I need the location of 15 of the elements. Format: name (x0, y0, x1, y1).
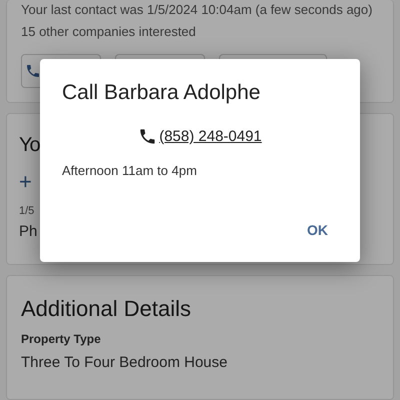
ok-button[interactable]: OK (297, 216, 338, 244)
section-title: Additional Details (21, 296, 191, 322)
section-title: Yo (19, 134, 40, 157)
interest-text: 15 other companies interested (21, 23, 196, 41)
phone-link[interactable]: (858) 248-0491 (138, 127, 262, 146)
phone-icon (25, 63, 41, 79)
note-date: 1/5 (19, 204, 34, 219)
availability-text: Afternoon 11am to 4pm (62, 163, 198, 178)
phone-icon (138, 127, 158, 146)
add-button[interactable]: + (19, 169, 32, 195)
note-text: Ph (19, 223, 38, 240)
field-label: Property Type (21, 332, 102, 346)
field-value: Three To Four Bedroom House (21, 354, 228, 371)
dialog-title: Call Barbara Adolphe (62, 81, 262, 105)
last-contact-text: Your last contact was 1/5/2024 10:04am (a few seconds ago) (21, 1, 372, 19)
